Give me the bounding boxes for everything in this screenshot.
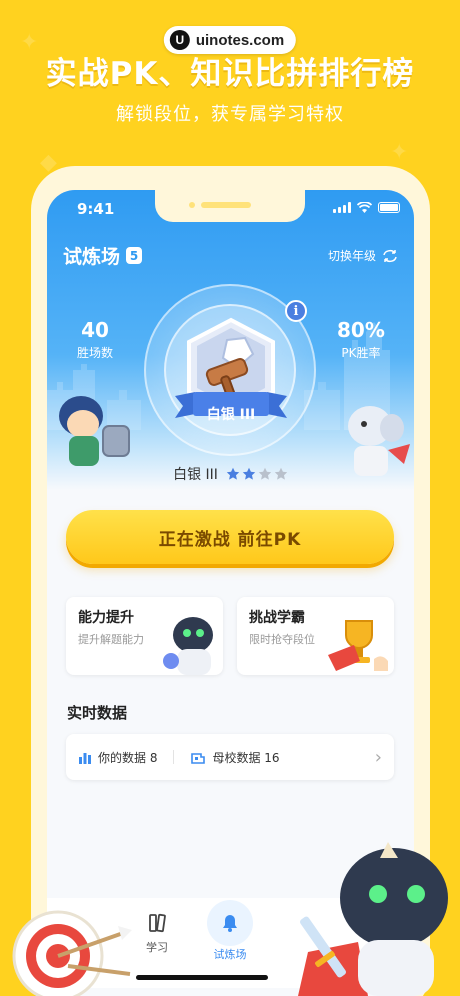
info-icon[interactable]: i bbox=[285, 300, 307, 322]
school-data-item: 母校数据 16 bbox=[190, 749, 280, 766]
star-icon bbox=[242, 467, 256, 480]
go-pk-button[interactable]: 正在激战 前往PK bbox=[66, 510, 394, 564]
signal-icon bbox=[333, 202, 351, 213]
trophy-icon bbox=[328, 620, 388, 671]
tab-arena-icon-wrap bbox=[207, 900, 253, 946]
ability-card[interactable]: 能力提升 提升解题能力 bbox=[66, 597, 223, 675]
hero-banner: 9:41 试炼场 5 切换年级 40 胜场数 80% PK胜率 白银 III i bbox=[47, 190, 414, 490]
wins-value: 40 bbox=[81, 318, 109, 342]
tab-study[interactable]: 学习 bbox=[143, 912, 171, 955]
switch-grade-button[interactable]: 切换年级 bbox=[328, 247, 398, 264]
robot-mascot-icon bbox=[163, 617, 213, 675]
challenge-card[interactable]: 挑战学霸 限时抢夺段位 bbox=[237, 597, 394, 675]
boy-mascot-icon bbox=[59, 396, 130, 466]
page-title: 试炼场 5 bbox=[63, 242, 143, 269]
school-data-text: 母校数据 16 bbox=[212, 750, 280, 765]
watermark-text: uinotes.com bbox=[195, 31, 285, 49]
my-data-text: 你的数据 8 bbox=[98, 750, 158, 765]
tab-study-label: 学习 bbox=[146, 941, 168, 954]
status-time: 9:41 bbox=[77, 200, 115, 218]
pk-rate-value: 80% bbox=[337, 318, 385, 342]
status-icons bbox=[333, 202, 400, 213]
level-badge: 5 bbox=[126, 247, 143, 264]
bar-chart-icon bbox=[79, 753, 91, 764]
chevron-right-icon: › bbox=[374, 746, 382, 768]
data-divider bbox=[173, 750, 175, 764]
realtime-data-bar[interactable]: 你的数据 8 母校数据 16 › bbox=[66, 734, 394, 780]
rank-ribbon-text: 白银 III bbox=[206, 407, 256, 423]
battery-icon bbox=[378, 202, 400, 213]
pk-rate-stat: 80% PK胜率 bbox=[337, 318, 385, 361]
home-indicator bbox=[136, 975, 268, 980]
star-icon bbox=[258, 467, 272, 480]
star-icon bbox=[226, 467, 240, 480]
wins-label: 胜场数 bbox=[77, 346, 114, 360]
realtime-section-title: 实时数据 bbox=[67, 704, 128, 722]
bg-pattern-2: ✦ bbox=[390, 140, 409, 165]
phone-notch bbox=[155, 190, 305, 222]
rank-name: 白银 III bbox=[173, 467, 218, 483]
promo-subline: 解锁段位，获专属学习特权 bbox=[116, 104, 344, 125]
book-icon bbox=[149, 913, 166, 933]
bell-icon bbox=[223, 915, 237, 932]
rank-stars bbox=[226, 467, 288, 481]
wins-stat: 40 胜场数 bbox=[77, 318, 113, 361]
star-icon bbox=[274, 467, 288, 480]
rank-info: 白银 III bbox=[47, 464, 414, 484]
wifi-icon bbox=[357, 202, 372, 213]
u-logo-icon: U bbox=[169, 30, 190, 50]
school-icon bbox=[191, 753, 206, 764]
promo-headline: 实战PK、知识比拼排行榜 bbox=[45, 56, 415, 92]
robot-knight-mascot-icon bbox=[298, 842, 448, 996]
pk-rate-label: PK胜率 bbox=[341, 346, 381, 360]
refresh-icon bbox=[383, 249, 397, 262]
tab-arena-label: 试炼场 bbox=[213, 948, 247, 961]
target-arrows-icon bbox=[12, 910, 132, 996]
camera-dot bbox=[189, 202, 195, 208]
tab-arena[interactable]: 试炼场 bbox=[204, 900, 256, 962]
switch-grade-label: 切换年级 bbox=[327, 249, 376, 263]
page-title-text: 试炼场 bbox=[63, 246, 121, 268]
my-data-item: 你的数据 8 bbox=[78, 749, 157, 766]
speaker-slot bbox=[201, 202, 251, 208]
